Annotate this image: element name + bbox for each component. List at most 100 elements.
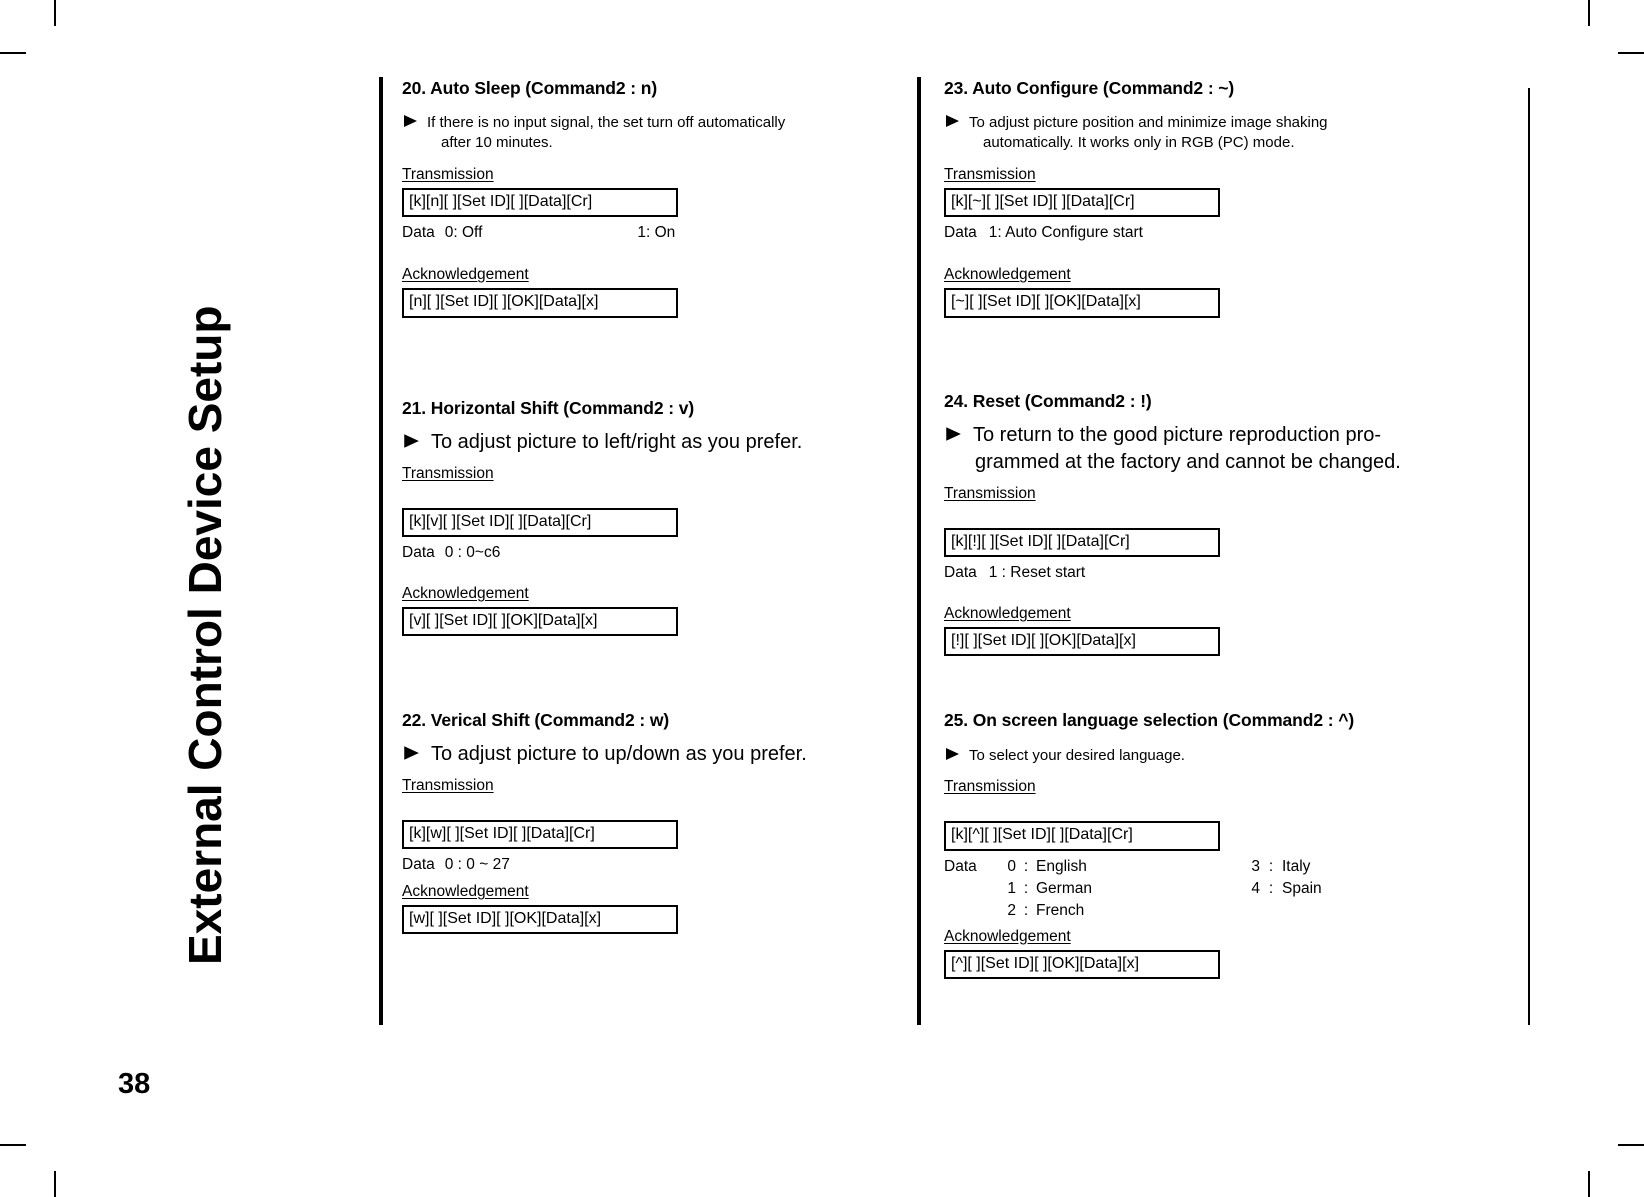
section-25-language-table: Data 0 : English 1 : German 2 : French 3… [944,856,1504,922]
triangle-bullet-icon [944,746,960,762]
section-25-ack-label: Acknowledgement [944,927,1071,945]
section-25-data-label: Data [944,857,977,875]
section-21-data-label: Data [402,544,435,562]
chapter-title: External Control Device Setup [179,305,231,966]
triangle-bullet-icon [402,432,420,450]
section-24-description: To return to the good picture reproducti… [944,422,1504,476]
section-24-description-line-2: grammed at the factory and cannot be cha… [975,451,1401,473]
left-column-rule [379,77,383,1025]
language-name: English [1036,857,1087,875]
language-code: 2 [1007,901,1016,919]
section-24-transmission-code: [k][!][ ][Set ID][ ][Data][Cr] [944,528,1220,558]
crop-mark-right-bottom-horizontal [1618,1144,1644,1146]
language-code: 3 [1251,857,1260,875]
language-separator: : [1268,879,1274,897]
language-name: French [1036,901,1085,919]
section-20-data-line: Data 0: Off 1: On [402,222,902,244]
section-21-data-line: Data 0 : 0~c6 [402,542,902,564]
triangle-bullet-icon [944,113,960,129]
crop-mark-right-top-horizontal [1618,52,1644,54]
language-code: 1 [1007,879,1016,897]
section-21: 21. Horizontal Shift (Command2 : v) To a… [402,398,902,637]
center-column-rule [917,77,921,1025]
section-22-description: To adjust picture to up/down as you pref… [402,741,902,768]
language-separator: : [1268,857,1274,875]
section-22-ack-label: Acknowledgement [402,882,529,900]
section-24-data-primary: 1 : Reset start [988,564,1086,582]
language-code: 4 [1251,879,1260,897]
crop-mark-left-top-horizontal [0,52,26,54]
section-25-transmission-code: [k][^][ ][Set ID][ ][Data][Cr] [944,821,1220,851]
section-20-data-secondary: 1: On [637,223,676,241]
crop-mark-top-right-vertical [1588,0,1590,26]
section-21-transmission-label: Transmission [402,465,494,482]
section-25: 25. On screen language selection (Comman… [944,710,1504,980]
section-25-description-text: To select your desired language. [969,747,1185,764]
page-canvas: External Control Device Setup 38 20. Aut… [0,0,1644,1197]
section-20-ack-code: [n][ ][Set ID][ ][OK][Data][x] [402,288,678,318]
section-20-transmission-code: [k][n][ ][Set ID][ ][Data][Cr] [402,187,678,217]
language-row: Data 0 : English [944,856,1504,878]
triangle-bullet-icon [402,744,420,762]
crop-mark-bottom-left-vertical [54,1171,56,1197]
section-24-data-line: Data 1 : Reset start [944,562,1504,584]
section-21-description-text: To adjust picture to left/right as you p… [431,431,803,453]
section-24-transmission-label: Transmission [944,485,1036,502]
section-22-data-primary: 0 : 0 ~ 27 [444,856,510,874]
section-22-title: 22. Verical Shift (Command2 : w) [402,710,670,730]
section-20: 20. Auto Sleep (Command2 : n) If there i… [402,78,902,318]
section-25-title: 25. On screen language selection (Comman… [944,710,1355,730]
section-23: 23. Auto Configure (Command2 : ~) To adj… [944,78,1504,318]
section-20-description: If there is no input signal, the set tur… [402,113,902,154]
section-23-data-primary: 1: Auto Configure start [988,223,1143,241]
triangle-bullet-icon [402,113,418,129]
section-20-data-label: Data [402,223,435,241]
section-23-transmission-label: Transmission [944,165,1036,183]
section-22: 22. Verical Shift (Command2 : w) To adju… [402,710,902,935]
language-row: 3 : Italy [1244,856,1322,878]
language-name: Italy [1282,857,1311,875]
section-24-title: 24. Reset (Command2 : !) [944,391,1152,411]
section-23-title: 23. Auto Configure (Command2 : ~) [944,78,1235,98]
crop-mark-bottom-right-vertical [1588,1171,1590,1197]
section-23-description-line-2: automatically. It works only in RGB (PC)… [983,134,1295,152]
section-25-transmission-label: Transmission [944,778,1036,796]
language-separator: : [1023,857,1029,875]
section-23-description: To adjust picture position and minimize … [944,113,1504,154]
language-separator: : [1023,879,1029,897]
section-24-description-line-1: To return to the good picture reproducti… [973,424,1382,446]
section-23-data-label: Data [944,223,977,241]
section-21-title: 21. Horizontal Shift (Command2 : v) [402,398,695,418]
section-20-description-line-1: If there is no input signal, the set tur… [427,114,786,131]
language-code: 0 [1007,857,1016,875]
section-23-ack-code: [~][ ][Set ID][ ][OK][Data][x] [944,288,1220,318]
section-25-description: To select your desired language. [944,746,1504,766]
section-22-transmission-label: Transmission [402,777,494,794]
section-22-transmission-code: [k][w][ ][Set ID][ ][Data][Cr] [402,820,678,850]
section-22-data-line: Data 0 : 0 ~ 27 [402,854,902,876]
section-20-transmission-label: Transmission [402,165,494,183]
section-23-data-line: Data 1: Auto Configure start [944,222,1504,244]
section-21-ack-label: Acknowledgement [402,584,529,602]
section-24-ack-label: Acknowledgement [944,604,1071,622]
crop-mark-left-bottom-horizontal [0,1144,26,1146]
section-24-data-label: Data [944,564,977,582]
right-page-rule [1528,88,1530,1025]
section-23-ack-label: Acknowledgement [944,266,1071,284]
section-20-title: 20. Auto Sleep (Command2 : n) [402,78,658,98]
section-24-ack-code: [!][ ][Set ID][ ][OK][Data][x] [944,626,1220,657]
language-name: Spain [1282,879,1322,897]
section-21-transmission-code: [k][v][ ][Set ID][ ][Data][Cr] [402,508,678,538]
section-21-data-primary: 0 : 0~c6 [444,544,501,562]
language-row: 1 : German [944,878,1504,900]
section-25-ack-code: [^][ ][Set ID][ ][OK][Data][x] [944,949,1220,980]
section-21-description: To adjust picture to left/right as you p… [402,429,902,456]
section-21-ack-code: [v][ ][Set ID][ ][OK][Data][x] [402,606,678,637]
crop-mark-top-left-vertical [54,0,56,26]
section-23-description-line-1: To adjust picture position and minimize … [969,114,1328,131]
page-number: 38 [118,1068,151,1100]
language-name: German [1036,879,1092,897]
section-22-description-text: To adjust picture to up/down as you pref… [431,743,807,765]
section-20-ack-label: Acknowledgement [402,266,529,284]
section-25-language-table-right: 3 : Italy 4 : Spain [1244,856,1322,900]
